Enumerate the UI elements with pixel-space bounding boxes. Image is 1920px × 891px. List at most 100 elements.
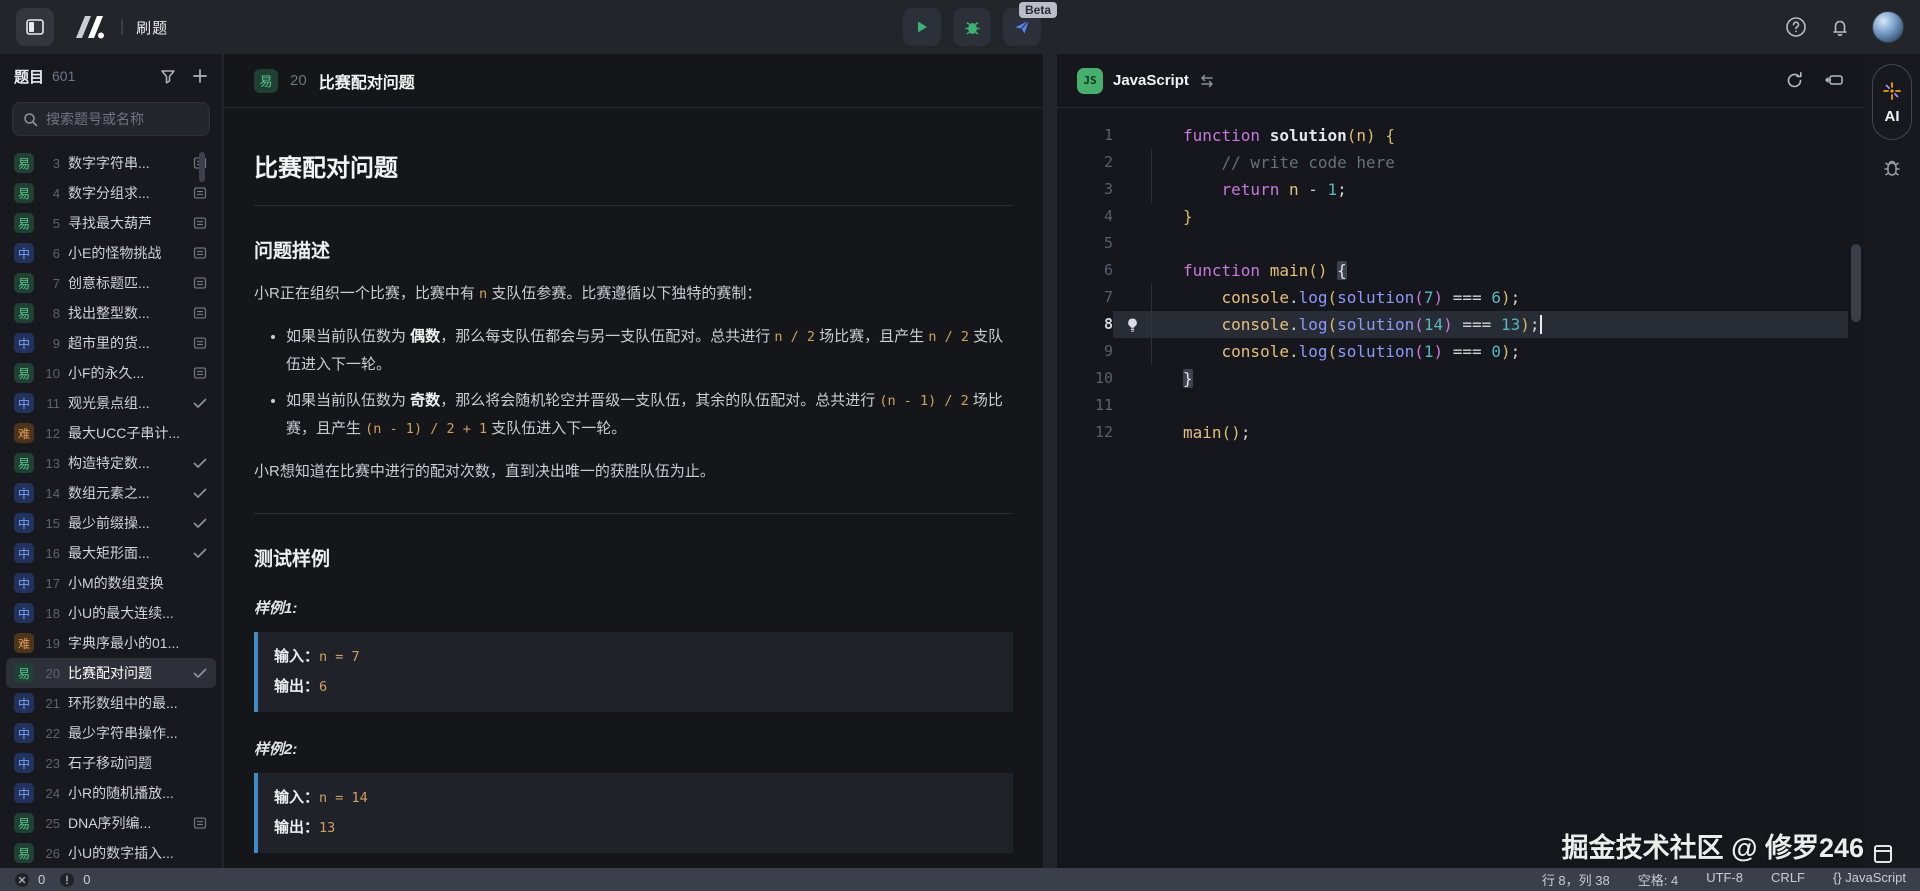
problem-number: 25 <box>42 816 60 831</box>
token <box>1443 288 1453 307</box>
token: . <box>1289 315 1299 334</box>
gutter-space <box>1113 122 1151 149</box>
code-line[interactable]: 10} <box>1057 365 1864 392</box>
app-title: 刷题 <box>136 17 168 38</box>
code-line[interactable]: 7 console.log(solution(7) === 6); <box>1057 284 1864 311</box>
reset-code-icon[interactable] <box>1785 71 1804 90</box>
problem-list-item[interactable]: 中24小R的随机播放... <box>6 778 216 808</box>
code-text <box>1151 230 1848 257</box>
code-text: console.log(solution(7) === 6); <box>1151 284 1848 311</box>
code-editor[interactable]: 1function solution(n) {2 // write code h… <box>1057 108 1864 868</box>
warnings-icon[interactable] <box>59 872 75 888</box>
help-button[interactable] <box>1784 15 1808 39</box>
problem-title: DNA序列编... <box>68 813 184 833</box>
line-number: 7 <box>1057 284 1113 311</box>
marscode-logo[interactable] <box>68 14 108 40</box>
filter-icon[interactable] <box>160 68 176 84</box>
statusbar-segment[interactable]: 行 8，列 38 <box>1542 870 1610 889</box>
token: } <box>1183 207 1193 226</box>
sample-label: 样例1: <box>254 597 1013 618</box>
sidebar-toggle-button[interactable] <box>16 8 54 46</box>
run-toolbar: Beta <box>903 8 1041 46</box>
problem-list-item[interactable]: 易20比赛配对问题 <box>6 658 216 688</box>
problem-number: 15 <box>42 516 60 531</box>
notifications-button[interactable] <box>1828 15 1852 39</box>
statusbar-segment[interactable]: {} JavaScript <box>1833 870 1906 889</box>
difficulty-badge: 易 <box>14 363 34 383</box>
problem-list-item[interactable]: 易8找出整型数... <box>6 298 216 328</box>
note-icon <box>192 186 208 200</box>
problem-number: 10 <box>42 366 60 381</box>
line-number: 9 <box>1057 338 1113 365</box>
errors-icon[interactable] <box>14 872 30 888</box>
sidebar-scrollbar[interactable] <box>199 152 205 182</box>
search-input[interactable] <box>46 111 196 127</box>
problem-list-item[interactable]: 中16最大矩形面... <box>6 538 216 568</box>
statusbar-segment[interactable]: 空格: 4 <box>1638 870 1678 889</box>
problem-title: 数字字符串... <box>68 153 184 173</box>
sample-label: 样例2: <box>254 738 1013 759</box>
ai-assistant-button[interactable]: AI <box>1872 64 1912 140</box>
indent-guide <box>1151 338 1152 365</box>
problem-list-item[interactable]: 中22最少字符串操作... <box>6 718 216 748</box>
problem-title: 最少字符串操作... <box>68 723 184 743</box>
problem-list-item[interactable]: 中15最少前缀操... <box>6 508 216 538</box>
problem-list-item[interactable]: 难19字典序最小的01... <box>6 628 216 658</box>
debug-button[interactable] <box>953 8 991 46</box>
token: ) <box>1366 126 1376 145</box>
problem-list-item[interactable]: 易25DNA序列编... <box>6 808 216 838</box>
problem-list-item[interactable]: 中23石子移动问题 <box>6 748 216 778</box>
code-line[interactable]: 5 <box>1057 230 1864 257</box>
run-button[interactable] <box>903 8 941 46</box>
indent-guide <box>1151 176 1152 203</box>
token: ) <box>1434 342 1444 361</box>
code-line[interactable]: 9 console.log(solution(1) === 0); <box>1057 338 1864 365</box>
debug-panel-icon[interactable] <box>1881 158 1903 180</box>
problem-number: 17 <box>42 576 60 591</box>
line-number: 5 <box>1057 230 1113 257</box>
problem-list-item[interactable]: 中11观光景点组... <box>6 388 216 418</box>
problem-number: 22 <box>42 726 60 741</box>
code-line[interactable]: 6function main() { <box>1057 257 1864 284</box>
code-line[interactable]: 8 console.log(solution(14) === 13); <box>1057 311 1864 338</box>
format-code-icon[interactable] <box>1824 72 1844 90</box>
problem-list-item[interactable]: 易3数字字符串... <box>6 148 216 178</box>
sample-input-label: 输入： <box>274 648 319 665</box>
problem-list-item[interactable]: 难12最大UCC子串计... <box>6 418 216 448</box>
lightbulb-icon[interactable] <box>1113 311 1151 338</box>
statusbar-segment[interactable]: UTF-8 <box>1706 870 1743 889</box>
problem-list-item[interactable]: 中9超市里的货... <box>6 328 216 358</box>
problem-list-item[interactable]: 易10小F的永久... <box>6 358 216 388</box>
difficulty-badge: 易 <box>14 843 34 863</box>
token: ) <box>1501 342 1511 361</box>
code-line[interactable]: 12main(); <box>1057 419 1864 446</box>
switch-language-icon[interactable] <box>1199 74 1215 88</box>
problem-list-item[interactable]: 中17小M的数组变换 <box>6 568 216 598</box>
problem-list-item[interactable]: 中6小E的怪物挑战 <box>6 238 216 268</box>
problem-list-item[interactable]: 易26小U的数字插入... <box>6 838 216 868</box>
problem-title: 小E的怪物挑战 <box>68 243 184 263</box>
problem-list-item[interactable]: 易13构造特定数... <box>6 448 216 478</box>
problem-list-item[interactable]: 中21环形数组中的最... <box>6 688 216 718</box>
problem-list-item[interactable]: 易7创意标题匹... <box>6 268 216 298</box>
code-line[interactable]: 2 // write code here <box>1057 149 1864 176</box>
problem-list-item[interactable]: 中14数组元素之... <box>6 478 216 508</box>
code-line[interactable]: 3 return n - 1; <box>1057 176 1864 203</box>
code-line[interactable]: 4} <box>1057 203 1864 230</box>
add-problem-icon[interactable] <box>192 68 208 84</box>
token <box>1183 288 1222 307</box>
statusbar-segment[interactable]: CRLF <box>1771 870 1805 889</box>
token: ; <box>1511 342 1521 361</box>
line-number: 3 <box>1057 176 1113 203</box>
token <box>1183 180 1222 199</box>
problem-list-item[interactable]: 中18小U的最大连续... <box>6 598 216 628</box>
text-run: 支队伍参赛。比赛遵循以下独特的赛制： <box>487 285 761 302</box>
inline-code: (n - 1) / 2 <box>879 393 968 409</box>
user-avatar[interactable] <box>1872 11 1904 43</box>
editor-scrollbar[interactable] <box>1851 244 1861 322</box>
problem-list-item[interactable]: 易4数字分组求... <box>6 178 216 208</box>
problem-list-item[interactable]: 易5寻找最大葫芦 <box>6 208 216 238</box>
code-line[interactable]: 11 <box>1057 392 1864 419</box>
search-box[interactable] <box>12 102 210 136</box>
code-line[interactable]: 1function solution(n) { <box>1057 122 1864 149</box>
